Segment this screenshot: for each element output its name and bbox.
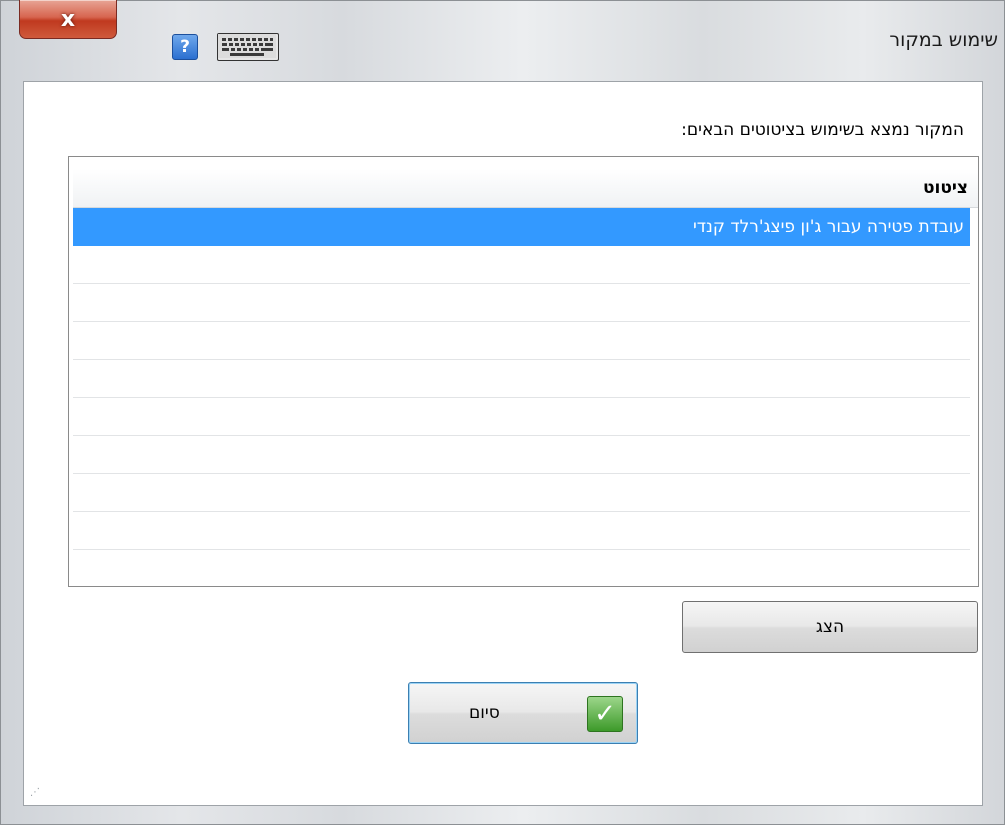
finish-button[interactable]: סיום ✓ (408, 682, 638, 744)
checkmark-icon: ✓ (587, 696, 623, 732)
window-title: שימוש במקור (889, 29, 998, 51)
resize-grip-icon[interactable]: ⋰ (30, 787, 42, 799)
list-row[interactable] (73, 512, 970, 550)
list-row[interactable] (73, 550, 970, 586)
instruction-text: המקור נמצא בשימוש בציטוטים הבאים: (681, 120, 964, 140)
keyboard-glyph-icon (218, 34, 276, 58)
list-row[interactable] (73, 436, 970, 474)
column-header-label: ציטוט (922, 178, 968, 198)
list-row[interactable] (73, 474, 970, 512)
list-row[interactable] (73, 246, 970, 284)
help-icon[interactable]: ? (172, 34, 198, 60)
close-button[interactable]: x (19, 0, 117, 39)
list-row[interactable] (73, 398, 970, 436)
title-bar[interactable]: x ? שימוש במקור (1, 0, 1004, 81)
list-row-label: עובדת פטירה עבור ג'ון פיצג'רלד קנדי (692, 217, 964, 237)
dialog-content: המקור נמצא בשימוש בציטוטים הבאים: ציטוט … (23, 81, 983, 806)
window-bottom-border (1, 806, 1004, 824)
close-icon: x (60, 6, 76, 32)
show-button[interactable]: הצג (682, 601, 978, 653)
show-button-label: הצג (815, 617, 845, 637)
list-row[interactable] (73, 284, 970, 322)
column-header-citation[interactable]: ציטוט (73, 169, 978, 208)
list-row[interactable]: עובדת פטירה עבור ג'ון פיצג'רלד קנדי (73, 208, 970, 246)
list-row[interactable] (73, 322, 970, 360)
dialog-window: x ? שימוש במקור המקור נמצא בשימוש בציטוט… (0, 0, 1005, 825)
keyboard-icon[interactable] (217, 33, 279, 61)
finish-button-label: סיום (469, 703, 500, 723)
list-row[interactable] (73, 360, 970, 398)
citations-list[interactable]: ציטוט עובדת פטירה עבור ג'ון פיצג'רלד קנד… (68, 156, 979, 587)
